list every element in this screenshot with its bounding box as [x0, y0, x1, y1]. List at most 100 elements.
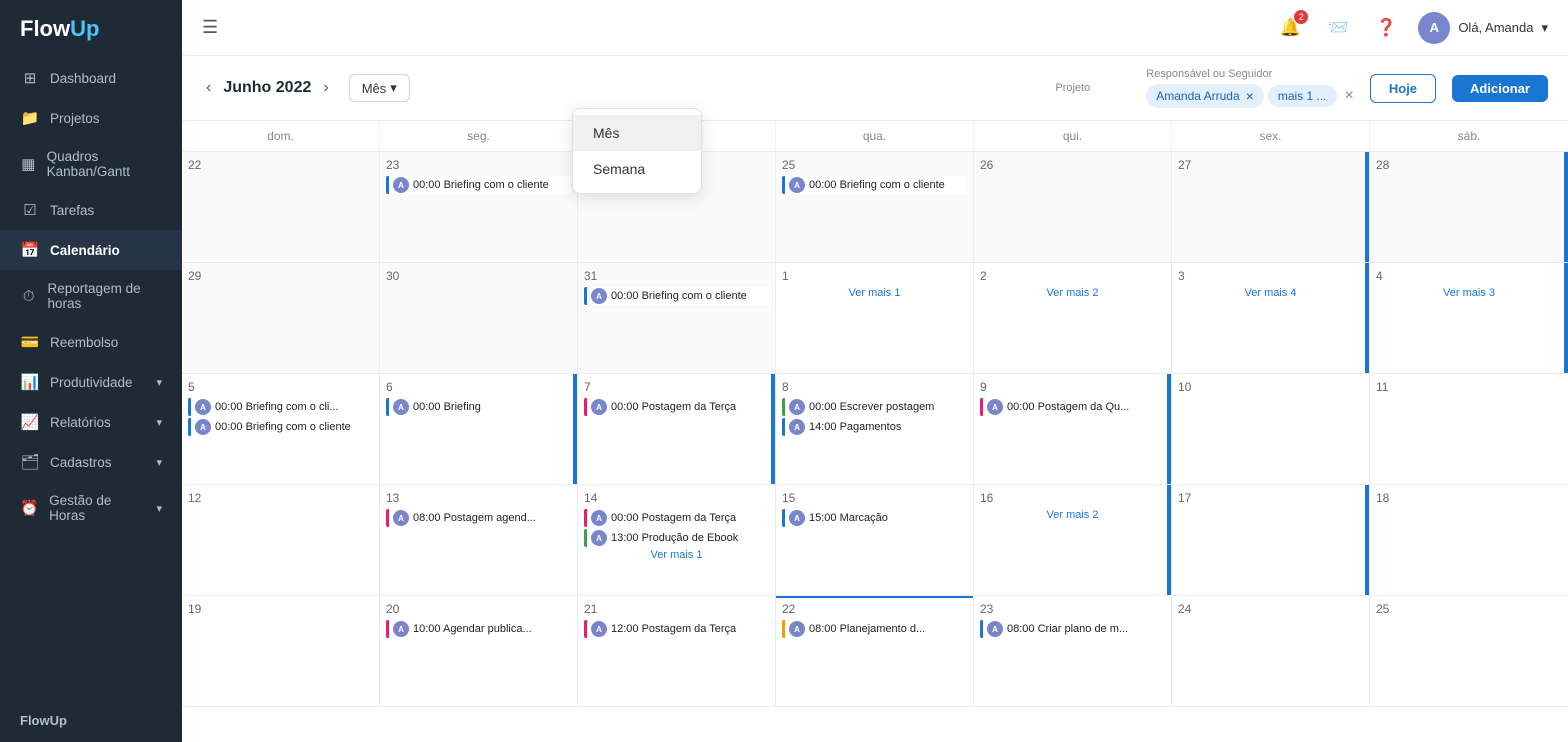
ver-mais-link[interactable]: Ver mais 3	[1376, 287, 1562, 299]
filter-label: Responsável ou Seguidor	[1146, 68, 1354, 80]
weekday-qua: qua.	[776, 121, 974, 151]
sidebar-item-gestao[interactable]: ⏰ Gestão de Horas ▾	[0, 482, 182, 534]
notifications-icon[interactable]: 🔔 2	[1274, 12, 1306, 44]
cal-cell: 26	[974, 152, 1172, 262]
calendar-event[interactable]: A 00:00 Briefing com o cliente	[188, 418, 373, 436]
calendar-grid: dom. seg. ter. qua. qui. sex. sáb. 22 23…	[182, 121, 1568, 742]
calendar-event[interactable]: A 00:00 Briefing com o cliente	[386, 176, 571, 194]
event-avatar: A	[591, 399, 607, 415]
calendar-event[interactable]: A 00:00 Briefing com o cliente	[584, 287, 769, 305]
cal-cell: 3 Ver mais 4	[1172, 263, 1370, 373]
filter-chips: Amanda Arruda × mais 1 ... ×	[1146, 84, 1354, 108]
ver-mais-link[interactable]: Ver mais 1	[782, 287, 967, 299]
ver-mais-link[interactable]: Ver mais 1	[584, 549, 769, 561]
day-number: 22	[188, 158, 373, 172]
chevron-down-icon: ▾	[156, 416, 162, 429]
filter-chip-amanda[interactable]: Amanda Arruda ×	[1146, 84, 1264, 108]
event-avatar: A	[591, 510, 607, 526]
sidebar-item-tarefas[interactable]: ☑ Tarefas	[0, 190, 182, 230]
cal-cell: 4 Ver mais 3	[1370, 263, 1568, 373]
dropdown-item-semana[interactable]: Semana	[573, 151, 701, 187]
calendar-event[interactable]: A 00:00 Postagem da Terça	[584, 398, 769, 416]
help-icon[interactable]: ❓	[1370, 12, 1402, 44]
day-number: 9	[980, 380, 1165, 394]
view-selector-button[interactable]: Mês ▾	[349, 74, 410, 102]
chevron-down-icon: ▾	[156, 456, 162, 469]
day-number: 7	[584, 380, 769, 394]
inbox-icon[interactable]: 📨	[1322, 12, 1354, 44]
sidebar-item-label: Dashboard	[50, 71, 116, 86]
calendar-event[interactable]: A 00:00 Postagem da Terça	[584, 509, 769, 527]
add-button[interactable]: Adicionar	[1452, 75, 1548, 102]
calendar-row: 29 30 31 A 00:00 Briefing com o cliente …	[182, 263, 1568, 374]
cal-cell: 5 A 00:00 Briefing com o cli... A 00:00 …	[182, 374, 380, 484]
project-label: Projeto	[1055, 82, 1090, 94]
sidebar-item-label: Reembolso	[50, 335, 118, 350]
event-avatar: A	[393, 177, 409, 193]
menu-icon[interactable]: ☰	[202, 17, 218, 38]
sidebar-item-reembolso[interactable]: 💳 Reembolso	[0, 322, 182, 362]
dropdown-item-mes[interactable]: Mês	[573, 115, 701, 151]
sidebar-item-dashboard[interactable]: ⊞ Dashboard	[0, 58, 182, 98]
view-dropdown: Mês Semana	[572, 108, 702, 194]
ver-mais-link[interactable]: Ver mais 2	[980, 509, 1165, 521]
calendar-title: Junho 2022	[223, 79, 311, 97]
calendar-row: 22 23 A 00:00 Briefing com o cliente 24 …	[182, 152, 1568, 263]
ver-mais-link[interactable]: Ver mais 2	[980, 287, 1165, 299]
reportagem-icon: ⏱	[20, 288, 38, 305]
day-number: 25	[782, 158, 967, 172]
calendar-event[interactable]: A 12:00 Postagem da Terça	[584, 620, 769, 638]
event-avatar: A	[987, 399, 1003, 415]
user-name: Olá, Amanda	[1458, 20, 1533, 35]
user-menu[interactable]: A Olá, Amanda ▾	[1418, 12, 1548, 44]
event-text: 00:00 Briefing com o cliente	[611, 290, 747, 302]
calendar-event[interactable]: A 00:00 Escrever postagem	[782, 398, 967, 416]
filter-chip-mais[interactable]: mais 1 ...	[1268, 85, 1337, 107]
cal-cell: 23 A 00:00 Briefing com o cliente	[380, 152, 578, 262]
event-text: 14:00 Pagamentos	[809, 421, 901, 433]
sidebar-item-projetos[interactable]: 📁 Projetos	[0, 98, 182, 138]
prev-month-button[interactable]: ‹	[202, 75, 215, 101]
calendar-event[interactable]: A 08:00 Criar plano de m...	[980, 620, 1165, 638]
ver-mais-link[interactable]: Ver mais 4	[1178, 287, 1363, 299]
sidebar-item-kanban[interactable]: ▦ Quadros Kanban/Gantt	[0, 138, 182, 190]
calendar-event[interactable]: A 15:00 Marcação	[782, 509, 967, 527]
sidebar-item-produtividade[interactable]: 📊 Produtividade ▾	[0, 362, 182, 402]
event-text: 00:00 Briefing com o cliente	[809, 179, 945, 191]
day-number: 24	[1178, 602, 1363, 616]
event-avatar: A	[393, 621, 409, 637]
cal-cell: 23 A 08:00 Criar plano de m...	[974, 596, 1172, 706]
reembolso-icon: 💳	[20, 333, 40, 351]
day-number: 8	[782, 380, 967, 394]
filter-chip-close[interactable]: ×	[1246, 88, 1254, 104]
sidebar-item-calendario[interactable]: 📅 Calendário	[0, 230, 182, 270]
day-number: 28	[1376, 158, 1562, 172]
calendar-event[interactable]: A 00:00 Briefing com o cliente	[782, 176, 967, 194]
day-number: 15	[782, 491, 967, 505]
view-chevron-icon: ▾	[390, 80, 397, 96]
sidebar-item-relatorios[interactable]: 📈 Relatórios ▾	[0, 402, 182, 442]
filter-clear-icon[interactable]: ×	[1345, 87, 1354, 105]
calendar-event[interactable]: A 00:00 Briefing com o cli...	[188, 398, 373, 416]
day-number: 21	[584, 602, 769, 616]
calendar-event[interactable]: A 08:00 Postagem agend...	[386, 509, 571, 527]
calendar-event[interactable]: A 10:00 Agendar publica...	[386, 620, 571, 638]
cal-cell: 18	[1370, 485, 1568, 595]
calendar-event[interactable]: A 00:00 Briefing	[386, 398, 571, 416]
day-number: 3	[1178, 269, 1363, 283]
calendar-event[interactable]: A 00:00 Postagem da Qu...	[980, 398, 1165, 416]
cal-cell: 25 A 00:00 Briefing com o cliente	[776, 152, 974, 262]
calendar-event[interactable]: A 14:00 Pagamentos	[782, 418, 967, 436]
event-avatar: A	[195, 399, 211, 415]
event-text: 00:00 Briefing	[413, 401, 481, 413]
calendar-event[interactable]: A 08:00 Planejamento d...	[782, 620, 967, 638]
today-button[interactable]: Hoje	[1370, 74, 1436, 103]
event-avatar: A	[393, 510, 409, 526]
day-number: 14	[584, 491, 769, 505]
event-avatar: A	[393, 399, 409, 415]
next-month-button[interactable]: ›	[319, 75, 332, 101]
calendar-event[interactable]: A 13:00 Produção de Ebook	[584, 529, 769, 547]
day-number: 27	[1178, 158, 1363, 172]
sidebar-item-cadastros[interactable]: 🗂 Cadastros ▾	[0, 442, 182, 482]
sidebar-item-reportagem[interactable]: ⏱ Reportagem de horas	[0, 270, 182, 322]
